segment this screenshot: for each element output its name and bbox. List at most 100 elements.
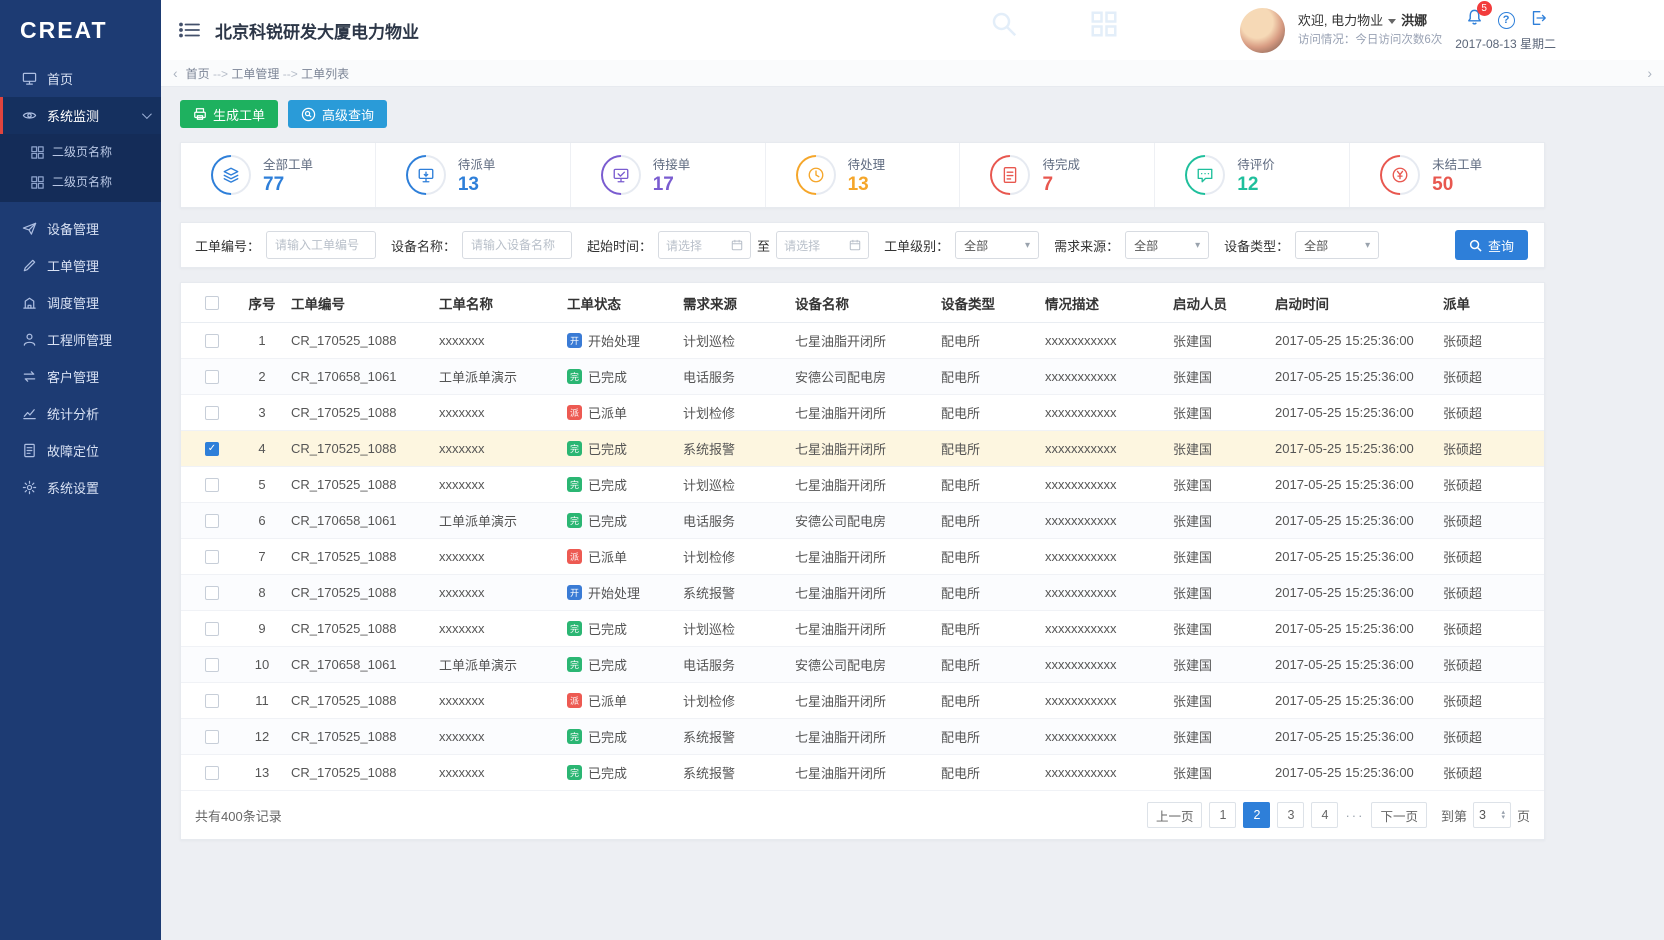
customer-icon (21, 369, 37, 385)
column-header: 情况描述 (1045, 293, 1173, 313)
stat-card-comment[interactable]: 待评价12 (1155, 143, 1350, 207)
cell-owner: 张建国 (1173, 583, 1275, 602)
device-type-select[interactable]: 全部▾ (1295, 231, 1379, 259)
row-checkbox[interactable] (205, 514, 219, 528)
filter-label: 起始时间： (587, 236, 652, 255)
sidebar-subitem[interactable]: 二级页名称 (0, 166, 161, 196)
table-row[interactable]: ✓4CR_170525_1088xxxxxxx完已完成系统报警七星油脂开闭所配电… (181, 431, 1544, 467)
table-row[interactable]: 13CR_170525_1088xxxxxxx完已完成系统报警七星油脂开闭所配电… (181, 755, 1544, 791)
sidebar-item-monitor[interactable]: 系统监测 (0, 97, 161, 134)
sidebar-item-fault[interactable]: 故障定位 (0, 432, 161, 469)
breadcrumb-item[interactable]: 工单管理 (231, 67, 279, 81)
row-checkbox[interactable]: ✓ (205, 442, 219, 456)
query-button[interactable]: 查询 (1455, 230, 1528, 260)
cell-owner: 张建国 (1173, 763, 1275, 782)
cell-order-code: CR_170525_1088 (291, 693, 439, 708)
sidebar-item-settings[interactable]: 系统设置 (0, 469, 161, 506)
table-row[interactable]: 10CR_170658_1061工单派单演示完已完成电话服务安德公司配电房配电所… (181, 647, 1544, 683)
breadcrumb-back-icon[interactable]: ‹ (173, 65, 178, 81)
row-checkbox[interactable] (205, 370, 219, 384)
welcome-line[interactable]: 欢迎, 电力物业 洪娜 (1298, 11, 1442, 31)
stat-card-clock[interactable]: 待处理13 (766, 143, 961, 207)
page-button-4[interactable]: 4 (1311, 802, 1338, 828)
level-select[interactable]: 全部▾ (955, 231, 1039, 259)
cell-order-name: xxxxxxx (439, 621, 567, 636)
cell-order-code: CR_170525_1088 (291, 405, 439, 420)
row-checkbox[interactable] (205, 478, 219, 492)
cell-owner: 张建国 (1173, 439, 1275, 458)
stat-card-layers[interactable]: 全部工单77 (181, 143, 376, 207)
stat-card-money[interactable]: 未结工单50 (1350, 143, 1544, 207)
prev-page-button[interactable]: 上一页 (1147, 802, 1203, 828)
table-row[interactable]: 1CR_170525_1088xxxxxxx开开始处理计划巡检七星油脂开闭所配电… (181, 323, 1544, 359)
table-row[interactable]: 9CR_170525_1088xxxxxxx完已完成计划巡检七星油脂开闭所配电所… (181, 611, 1544, 647)
end-date-input[interactable]: 请选择 (776, 231, 869, 259)
table-row[interactable]: 6CR_170658_1061工单派单演示完已完成电话服务安德公司配电房配电所x… (181, 503, 1544, 539)
breadcrumb-forward-icon[interactable]: › (1647, 65, 1652, 81)
advanced-search-button[interactable]: 高级查询 (288, 100, 387, 128)
breadcrumb-item[interactable]: 工单列表 (301, 67, 349, 81)
select-all-checkbox[interactable] (205, 296, 219, 310)
generate-workorder-button[interactable]: 生成工单 (180, 100, 278, 128)
stat-label: 未结工单 (1432, 154, 1482, 173)
row-checkbox[interactable] (205, 334, 219, 348)
sidebar-item-workorder[interactable]: 工单管理 (0, 247, 161, 284)
row-checkbox[interactable] (205, 622, 219, 636)
row-checkbox[interactable] (205, 586, 219, 600)
table-row[interactable]: 3CR_170525_1088xxxxxxx派已派单计划检修七星油脂开闭所配电所… (181, 395, 1544, 431)
pagination-ellipsis: ··· (1345, 808, 1364, 823)
table-row[interactable]: 7CR_170525_1088xxxxxxx派已派单计划检修七星油脂开闭所配电所… (181, 539, 1544, 575)
sidebar-nav: 首页系统监测二级页名称二级页名称设备管理工单管理调度管理工程师管理客户管理统计分… (0, 60, 161, 506)
cell-desc: xxxxxxxxxxx (1045, 441, 1173, 456)
start-date-input[interactable]: 请选择 (658, 231, 751, 259)
cell-order-code: CR_170525_1088 (291, 441, 439, 456)
table-row[interactable]: 11CR_170525_1088xxxxxxx派已派单计划检修七星油脂开闭所配电… (181, 683, 1544, 719)
page-button-2[interactable]: 2 (1243, 802, 1270, 828)
notification-bell-icon[interactable]: 5 (1465, 8, 1484, 32)
avatar[interactable] (1240, 8, 1285, 53)
table-header: 序号工单编号工单名称工单状态需求来源设备名称设备类型情况描述启动人员启动时间派单 (181, 283, 1544, 323)
stat-card-doc[interactable]: 待完成7 (960, 143, 1155, 207)
table-row[interactable]: 8CR_170525_1088xxxxxxx开开始处理系统报警七星油脂开闭所配电… (181, 575, 1544, 611)
sidebar-item-home[interactable]: 首页 (0, 60, 161, 97)
table-row[interactable]: 5CR_170525_1088xxxxxxx完已完成计划巡检七星油脂开闭所配电所… (181, 467, 1544, 503)
help-icon[interactable]: ? (1498, 12, 1515, 29)
column-header: 需求来源 (683, 293, 795, 313)
table-row[interactable]: 12CR_170525_1088xxxxxxx完已完成系统报警七星油脂开闭所配电… (181, 719, 1544, 755)
sidebar-subitem-label: 二级页名称 (52, 173, 112, 190)
sidebar-item-stats[interactable]: 统计分析 (0, 395, 161, 432)
stat-value: 12 (1237, 174, 1275, 196)
device-name-input[interactable] (462, 231, 572, 259)
row-checkbox[interactable] (205, 766, 219, 780)
sidebar-item-customer[interactable]: 客户管理 (0, 358, 161, 395)
cell-owner: 张建国 (1173, 547, 1275, 566)
row-checkbox[interactable] (205, 730, 219, 744)
current-date: 2017-08-13 星期二 (1455, 35, 1556, 52)
next-page-button[interactable]: 下一页 (1371, 802, 1427, 828)
cell-device: 七星油脂开闭所 (795, 691, 941, 710)
goto-suffix: 页 (1517, 806, 1530, 825)
page-button-1[interactable]: 1 (1209, 802, 1236, 828)
sidebar-item-engineer[interactable]: 工程师管理 (0, 321, 161, 358)
menu-toggle-icon[interactable] (179, 21, 201, 39)
row-checkbox[interactable] (205, 658, 219, 672)
stat-card-screen-check[interactable]: 待接单17 (571, 143, 766, 207)
stepper-arrows-icon[interactable]: ▴▾ (1501, 810, 1505, 820)
sidebar-item-device[interactable]: 设备管理 (0, 210, 161, 247)
table-row[interactable]: 2CR_170658_1061工单派单演示完已完成电话服务安德公司配电房配电所x… (181, 359, 1544, 395)
sidebar-item-dispatch[interactable]: 调度管理 (0, 284, 161, 321)
filter-device-name: 设备名称： (391, 231, 572, 259)
page-button-3[interactable]: 3 (1277, 802, 1304, 828)
row-checkbox[interactable] (205, 406, 219, 420)
source-select[interactable]: 全部▾ (1125, 231, 1209, 259)
breadcrumb-item[interactable]: 首页 (186, 67, 210, 81)
sidebar-subitem[interactable]: 二级页名称 (0, 136, 161, 166)
logout-icon[interactable] (1529, 9, 1547, 32)
order-no-input[interactable] (266, 231, 376, 259)
row-checkbox[interactable] (205, 694, 219, 708)
goto-page-stepper[interactable]: 3▴▾ (1473, 802, 1511, 828)
stat-card-screen-down[interactable]: 待派单13 (376, 143, 571, 207)
cell-device-type: 配电所 (941, 475, 1045, 494)
cell-status: 派已派单 (567, 691, 683, 710)
row-checkbox[interactable] (205, 550, 219, 564)
